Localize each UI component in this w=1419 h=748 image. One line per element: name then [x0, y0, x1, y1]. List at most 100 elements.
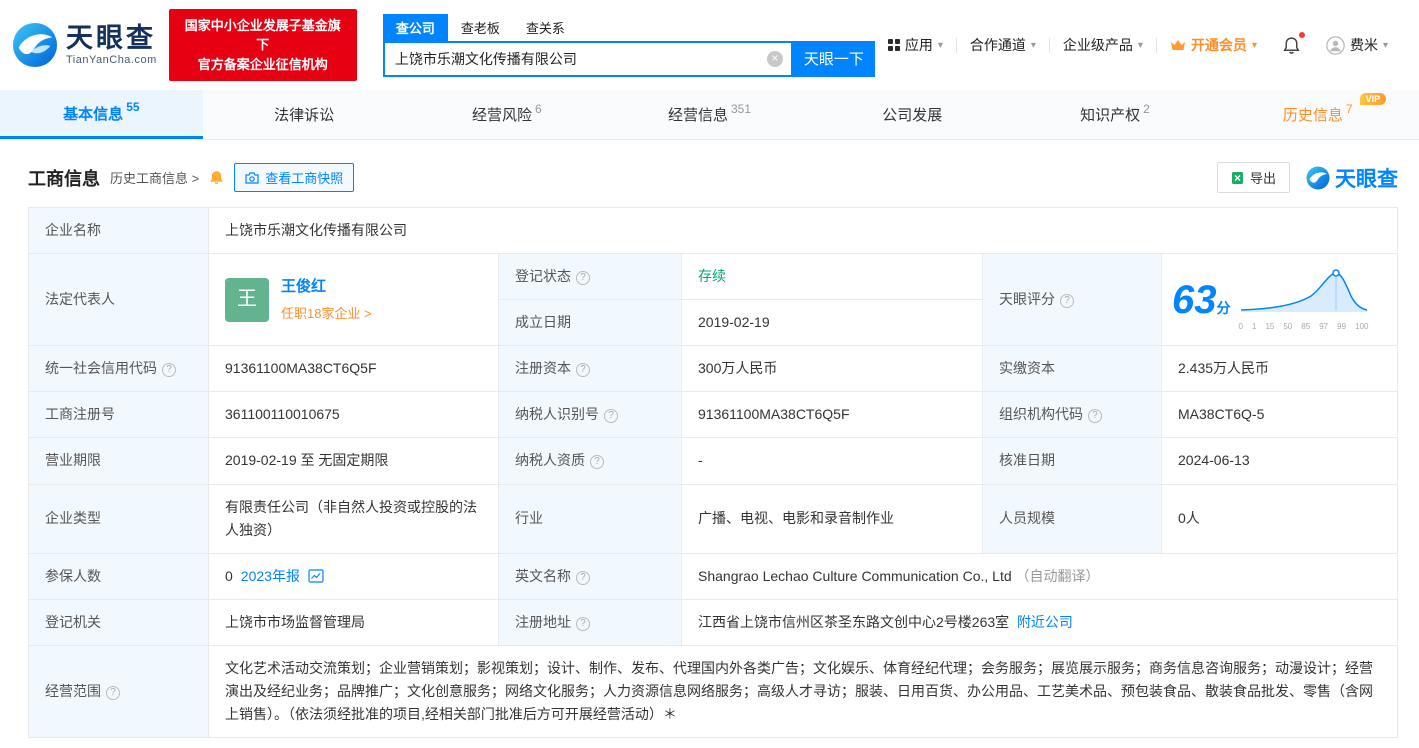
- field-label-tyc-score: 天眼评分?: [982, 253, 1162, 347]
- tianyancha-logo[interactable]: 天眼查 TianYanCha.com: [12, 22, 157, 68]
- camera-icon: [245, 171, 259, 184]
- field-value-reg-number: 361100110010675: [208, 391, 499, 439]
- field-value-business-term: 2019-02-19 至 无固定期限: [208, 437, 499, 485]
- help-icon[interactable]: ?: [590, 455, 604, 470]
- notification-bell[interactable]: [1270, 31, 1313, 55]
- credit-code-label-text: 统一社会信用代码: [45, 360, 157, 377]
- search-tab-relation[interactable]: 查关系: [513, 14, 578, 41]
- field-value-staff-size: 0人: [1161, 483, 1398, 554]
- top-header: 天眼查 TianYanCha.com 国家中小企业发展子基金旗下 官方备案企业征…: [0, 0, 1419, 90]
- nav-apps-label: 应用: [904, 37, 933, 53]
- field-label-reg-authority: 登记机关: [28, 598, 209, 646]
- tab-basic-info[interactable]: 基本信息 55: [0, 90, 203, 139]
- nav-open-membership[interactable]: 开通会员 ▾: [1157, 35, 1270, 55]
- tab-intellectual-property-label: 知识产权: [1080, 107, 1141, 124]
- search-button[interactable]: 天眼一下: [792, 40, 875, 77]
- tab-history-info[interactable]: 历史信息 7 VIP: [1216, 90, 1419, 139]
- help-icon[interactable]: ?: [576, 570, 590, 585]
- tab-operation-risk[interactable]: 经营风险 6: [405, 90, 608, 139]
- field-value-english-name: Shangrao Lechao Culture Communication Co…: [681, 552, 1398, 600]
- field-label-company-name: 企业名称: [28, 206, 209, 255]
- search-box: ×: [382, 40, 793, 77]
- help-icon[interactable]: ?: [576, 363, 590, 378]
- nav-user[interactable]: 费米 ▾: [1313, 35, 1401, 55]
- trend-chart-icon[interactable]: [308, 569, 324, 583]
- help-icon[interactable]: ?: [1060, 294, 1074, 309]
- field-label-english-name: 英文名称?: [498, 552, 682, 600]
- table-row: 登记机关 上饶市市场监督管理局 注册地址? 江西省上饶市信州区茶圣东路文创中心2…: [28, 598, 1398, 646]
- field-value-industry: 广播、电视、电影和录音制作业: [681, 483, 983, 554]
- gov-badge: 国家中小企业发展子基金旗下 官方备案企业征信机构: [168, 8, 357, 82]
- field-value-approval-date: 2024-06-13: [1161, 437, 1398, 485]
- tab-history-info-count: 7: [1345, 101, 1353, 116]
- reg-status-label-text: 登记状态: [515, 268, 571, 285]
- english-name-label-text: 英文名称: [515, 567, 571, 584]
- tab-operation-info[interactable]: 经营信息 351: [608, 90, 811, 139]
- score-number-block[interactable]: 63分: [1172, 280, 1231, 320]
- tab-history-info-label: 历史信息: [1282, 107, 1343, 124]
- search-input[interactable]: [384, 42, 791, 75]
- snapshot-button[interactable]: 查看工商快照: [234, 163, 355, 192]
- field-value-company-type: 有限责任公司（非自然人投资或控股的法人独资）: [208, 483, 499, 554]
- nav-cooperation[interactable]: 合作通道 ▾: [957, 35, 1049, 55]
- tab-legal-litigation-label: 法律诉讼: [274, 107, 335, 124]
- section-head: 工商信息 历史工商信息 > 查看工商快照 导出 天眼查: [0, 140, 1419, 207]
- history-business-info-link[interactable]: 历史工商信息 >: [110, 168, 199, 187]
- user-avatar-icon: [1326, 35, 1345, 55]
- tab-company-development-label: 公司发展: [882, 107, 943, 124]
- field-label-legal-rep: 法定代表人: [28, 253, 209, 347]
- axis-tick: 97: [1319, 322, 1329, 332]
- tab-intellectual-property[interactable]: 知识产权 2: [1014, 90, 1217, 139]
- table-row: 营业期限 2019-02-19 至 无固定期限 纳税人资质? - 核准日期 20…: [28, 437, 1398, 485]
- field-value-reg-capital: 300万人民币: [681, 345, 983, 393]
- company-tabbar: 基本信息 55 法律诉讼 经营风险 6 经营信息 351 公司发展 知识产权 2…: [0, 90, 1419, 140]
- tab-basic-info-count: 55: [126, 100, 140, 114]
- legal-rep-name-link[interactable]: 王俊红: [281, 275, 372, 300]
- field-value-taxpayer-quality: -: [681, 437, 983, 485]
- field-label-business-scope: 经营范围?: [28, 644, 209, 739]
- alert-bell-icon[interactable]: [209, 170, 224, 185]
- help-icon[interactable]: ?: [576, 271, 590, 286]
- legal-rep-info: 王俊红 任职18家企业 >: [281, 275, 372, 324]
- tab-operation-info-label: 经营信息: [667, 107, 728, 124]
- top-nav: 应用 ▾ 合作通道 ▾ 企业级产品 ▾ 开通会员 ▾ 费米 ▾: [875, 31, 1401, 55]
- insured-count-value: 0: [225, 567, 233, 584]
- field-value-taxpayer-id: 91361100MA38CT6Q5F: [681, 391, 983, 439]
- table-row: 经营范围? 文化艺术活动交流策划；企业营销策划；影视策划；设计、制作、发布、代理…: [28, 644, 1398, 739]
- search-tab-company[interactable]: 查公司: [382, 13, 448, 41]
- logo-domain: TianYanCha.com: [66, 53, 157, 66]
- help-icon[interactable]: ?: [162, 363, 176, 378]
- reg-address-label-text: 注册地址: [515, 613, 571, 630]
- chevron-down-icon: ▾: [937, 39, 943, 51]
- axis-tick: 99: [1337, 322, 1347, 332]
- nav-apps[interactable]: 应用 ▾: [875, 35, 956, 55]
- clear-search-icon[interactable]: ×: [766, 50, 783, 67]
- field-label-credit-code: 统一社会信用代码?: [28, 345, 209, 393]
- help-icon[interactable]: ?: [576, 616, 590, 631]
- tab-operation-risk-label: 经营风险: [471, 107, 532, 124]
- legal-rep-avatar[interactable]: 王: [225, 277, 269, 322]
- nearby-companies-link[interactable]: 附近公司: [1017, 614, 1073, 630]
- field-value-reg-status: 存续: [681, 253, 983, 301]
- field-value-org-code: MA38CT6Q-5: [1161, 391, 1398, 439]
- help-icon[interactable]: ?: [106, 686, 120, 701]
- english-name-note: （自动翻译）: [1015, 567, 1100, 584]
- tab-basic-info-label: 基本信息: [63, 105, 124, 123]
- axis-tick: 15: [1265, 322, 1275, 332]
- help-icon[interactable]: ?: [604, 409, 618, 424]
- legal-rep-positions-link[interactable]: 任职18家企业 >: [281, 303, 372, 324]
- help-icon[interactable]: ?: [1088, 409, 1102, 424]
- field-label-reg-address: 注册地址?: [498, 598, 682, 646]
- search-tab-boss[interactable]: 查老板: [448, 14, 513, 41]
- field-label-reg-number: 工商注册号: [28, 391, 209, 439]
- gov-badge-line1: 国家中小企业发展子基金旗下: [184, 17, 341, 53]
- tab-company-development[interactable]: 公司发展: [811, 90, 1014, 139]
- tab-legal-litigation[interactable]: 法律诉讼: [203, 90, 406, 139]
- annual-report-link[interactable]: 2023年报: [241, 565, 300, 588]
- export-button[interactable]: 导出: [1216, 162, 1290, 193]
- field-label-company-type: 企业类型: [28, 483, 209, 554]
- nav-enterprise-products[interactable]: 企业级产品 ▾: [1050, 35, 1156, 55]
- crown-icon: [1170, 40, 1185, 50]
- field-label-business-term: 营业期限: [28, 437, 209, 485]
- bell-icon: [1283, 36, 1300, 54]
